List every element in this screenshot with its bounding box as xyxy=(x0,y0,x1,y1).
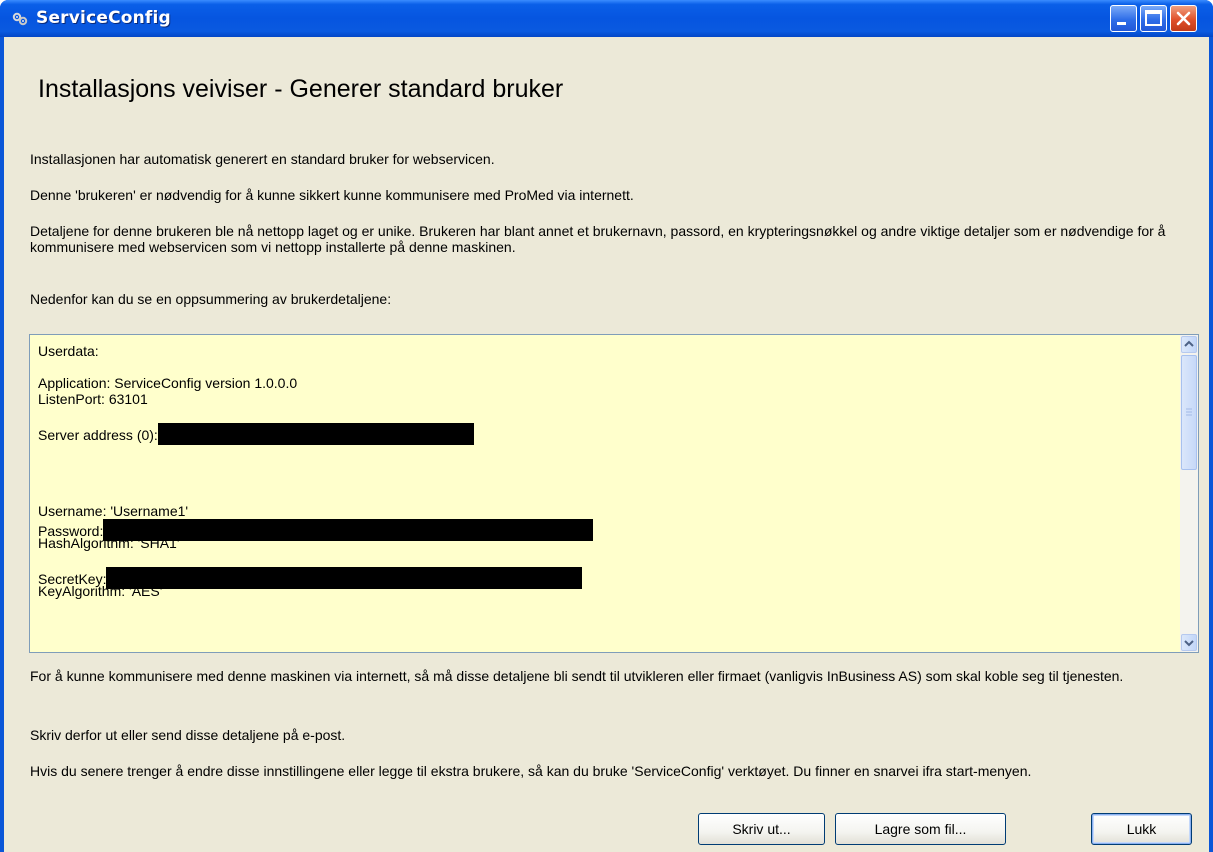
userdata-header: Userdata: xyxy=(38,343,99,359)
minimize-icon xyxy=(1117,22,1126,25)
userdata-application: Application: ServiceConfig version 1.0.0… xyxy=(38,375,298,391)
scroll-up-button[interactable] xyxy=(1181,336,1197,353)
userdata-username: Username: 'Username1' xyxy=(38,503,189,519)
chevron-up-icon xyxy=(1184,340,1194,347)
intro-paragraph-3: Detaljene for denne brukeren ble nå nett… xyxy=(30,223,1166,255)
dialog-body: Installasjons veiviser - Generer standar… xyxy=(4,37,1209,852)
userdata-password: Password: xyxy=(38,519,1168,541)
userdata-listen-port: ListenPort: 63101 xyxy=(38,391,148,407)
vertical-scrollbar[interactable] xyxy=(1180,335,1198,652)
maximize-icon xyxy=(1145,10,1162,26)
intro-paragraph-2: Denne 'brukeren' er nødvendig for å kunn… xyxy=(30,187,634,203)
intro-paragraph-4: Nedenfor kan du se en oppsummering av br… xyxy=(30,291,392,307)
server-address-redaction xyxy=(157,423,474,445)
userdata-content: Userdata: Application: ServiceConfig ver… xyxy=(38,343,1168,599)
minimize-button[interactable] xyxy=(1110,5,1137,32)
userdata-server-address: Server address (0): xyxy=(38,423,1168,445)
gears-icon xyxy=(12,12,28,26)
footer-paragraph-2: Skriv derfor ut eller send disse detalje… xyxy=(30,727,346,743)
secret-key-redaction xyxy=(106,567,583,589)
close-button[interactable]: Lukk xyxy=(1091,813,1192,845)
userdata-secret-key: SecretKey: xyxy=(38,567,1168,589)
page-title: Installasjons veiviser - Generer standar… xyxy=(38,75,564,103)
scroll-thumb[interactable] xyxy=(1181,355,1197,470)
maximize-button[interactable] xyxy=(1140,5,1167,32)
service-config-window: ServiceConfig Installasjons veiviser - G… xyxy=(0,0,1213,852)
intro-paragraph-1: Installasjonen har automatisk generert e… xyxy=(30,151,495,167)
close-window-button[interactable] xyxy=(1170,5,1197,32)
footer-paragraph-3: Hvis du senere trenger å endre disse inn… xyxy=(30,763,1032,779)
footer-paragraph-1: For å kunne kommunisere med denne maskin… xyxy=(30,668,1124,684)
scroll-down-button[interactable] xyxy=(1181,634,1197,651)
grip-icon xyxy=(1186,408,1192,416)
server-address-label: Server address (0): xyxy=(38,427,158,443)
chevron-down-icon xyxy=(1184,640,1194,647)
userdata-textbox[interactable]: Userdata: Application: ServiceConfig ver… xyxy=(29,334,1199,653)
print-button[interactable]: Skriv ut... xyxy=(698,813,825,845)
title-bar[interactable]: ServiceConfig xyxy=(0,0,1213,37)
window-title: ServiceConfig xyxy=(36,8,171,28)
save-to-file-button[interactable]: Lagre som fil... xyxy=(835,813,1006,845)
close-icon xyxy=(1176,11,1191,26)
